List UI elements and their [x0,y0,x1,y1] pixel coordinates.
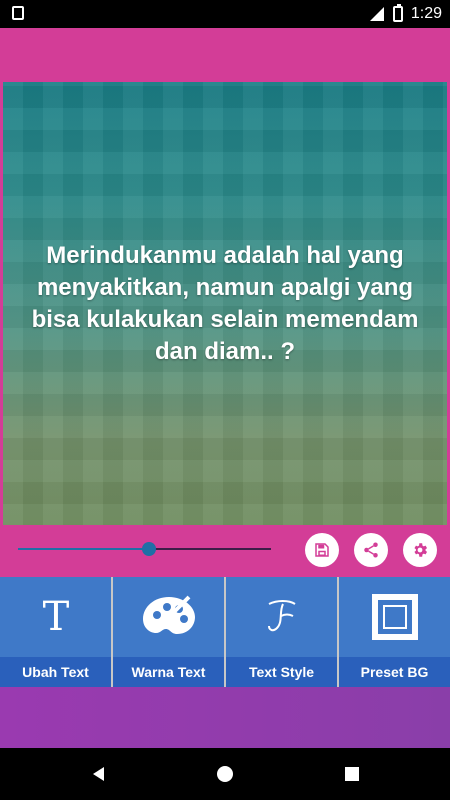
tool-label: Warna Text [113,657,224,687]
quote-text: Merindukanmu adalah hal yang menyakitkan… [31,242,419,365]
slider-thumb[interactable] [142,542,156,556]
recents-icon [345,767,359,781]
recents-button[interactable] [342,764,362,784]
text-color-tool[interactable]: Warna Text [113,577,226,687]
bottom-toolbar: T Ubah Text Warna Text Text Style Preset… [0,577,450,687]
back-button[interactable] [88,764,108,784]
canvas-area: Merindukanmu adalah hal yang menyakitkan… [0,28,450,526]
settings-icon [414,543,428,557]
share-icon [364,542,378,558]
text-t-icon: T [0,577,111,657]
footer-strip [0,687,450,748]
back-icon [93,767,104,781]
sd-card-icon [12,6,24,20]
size-slider[interactable] [18,542,271,556]
signal-icon [369,6,385,22]
tool-label: Ubah Text [0,657,111,687]
home-icon [217,766,233,782]
system-nav-bar [0,748,450,800]
save-icon [315,543,329,557]
slider-fill [18,548,148,550]
palette-icon [113,577,224,657]
controls-row [0,525,450,577]
script-t-icon [226,577,337,657]
clock: 1:29 [410,5,442,22]
preset-bg-tool[interactable]: Preset BG [339,577,450,687]
share-button[interactable] [354,533,388,567]
frame-icon [339,577,450,657]
edit-text-tool[interactable]: T Ubah Text [0,577,113,687]
quote-preview[interactable]: Merindukanmu adalah hal yang menyakitkan… [3,82,447,526]
svg-text:T: T [42,596,69,638]
tool-label: Text Style [226,657,337,687]
battery-icon [392,4,403,22]
tool-label: Preset BG [339,657,450,687]
text-style-tool[interactable]: Text Style [226,577,339,687]
home-button[interactable] [215,764,235,784]
status-bar: 1:29 [0,0,450,28]
settings-button[interactable] [403,533,437,567]
save-button[interactable] [305,533,339,567]
